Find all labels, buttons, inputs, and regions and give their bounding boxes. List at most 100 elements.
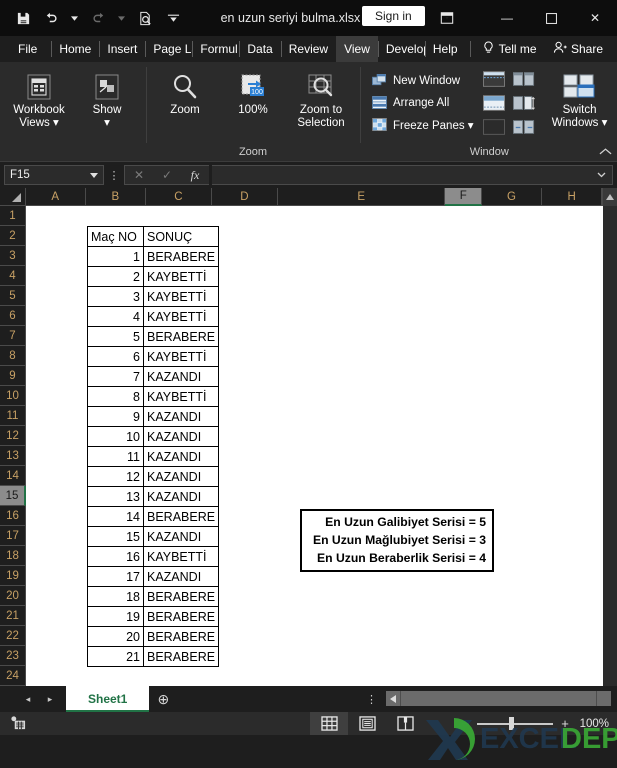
tab-review[interactable]: Review: [280, 36, 336, 62]
match-result-cell[interactable]: BERABERE: [142, 246, 220, 267]
row-header-15[interactable]: 15: [0, 486, 26, 506]
enter-formula-button[interactable]: ✓: [153, 168, 181, 182]
row-header-17[interactable]: 17: [0, 526, 26, 546]
match-result-cell[interactable]: BERABERE: [142, 326, 220, 347]
match-result-cell[interactable]: KAYBETTİ: [142, 286, 220, 307]
minimize-button[interactable]: —: [485, 0, 529, 36]
switch-windows-button[interactable]: Switch Windows ▾: [547, 66, 613, 130]
horizontal-scrollbar[interactable]: [386, 691, 611, 706]
match-number-cell[interactable]: 2: [87, 266, 144, 287]
tab-home[interactable]: Home: [51, 36, 99, 62]
match-number-cell[interactable]: 16: [87, 546, 144, 567]
row-header-21[interactable]: 21: [0, 606, 26, 626]
unhide-button[interactable]: [482, 119, 505, 140]
zoom-button[interactable]: Zoom: [152, 66, 218, 117]
column-header-a[interactable]: A: [25, 188, 86, 206]
insert-function-button[interactable]: fx: [181, 168, 209, 183]
column-header-h[interactable]: H: [542, 188, 603, 206]
row-header-3[interactable]: 3: [0, 246, 26, 266]
hscroll-right-icon[interactable]: [597, 691, 611, 706]
tab-page-layout[interactable]: Page La: [145, 36, 192, 62]
match-number-cell[interactable]: 9: [87, 406, 144, 427]
vertical-scrollbar[interactable]: [603, 206, 617, 686]
match-number-cell[interactable]: 13: [87, 486, 144, 507]
save-icon[interactable]: [10, 5, 36, 31]
column-header-c[interactable]: C: [145, 188, 212, 206]
match-result-cell[interactable]: KAZANDI: [142, 526, 220, 547]
column-header-f[interactable]: F: [445, 188, 482, 206]
column-header-b[interactable]: B: [85, 188, 146, 206]
select-all-button[interactable]: [0, 188, 26, 206]
show-button[interactable]: Show ▾: [74, 66, 140, 130]
match-result-cell[interactable]: BERABERE: [142, 646, 220, 667]
accessibility-status[interactable]: [0, 716, 27, 731]
tab-file[interactable]: File: [8, 36, 51, 62]
column-header-d[interactable]: D: [211, 188, 278, 206]
match-number-cell[interactable]: 18: [87, 586, 144, 607]
match-result-cell[interactable]: KAYBETTİ: [142, 306, 220, 327]
zoom-slider-thumb[interactable]: [508, 717, 514, 730]
match-result-cell[interactable]: KAZANDI: [142, 466, 220, 487]
match-number-cell[interactable]: 15: [87, 526, 144, 547]
match-number-cell[interactable]: 20: [87, 626, 144, 647]
split-button[interactable]: [482, 71, 505, 92]
match-result-cell[interactable]: BERABERE: [142, 586, 220, 607]
zoom-slider[interactable]: [477, 716, 553, 732]
column-header-g[interactable]: G: [481, 188, 543, 206]
row-header-16[interactable]: 16: [0, 506, 26, 526]
match-result-cell[interactable]: KAYBETTİ: [142, 266, 220, 287]
sheet-canvas[interactable]: Maç NO SONUÇ 1 BERABERE 2 KAYBETTİ 3 KAYBETTİ 4 K…: [26, 206, 603, 686]
row-header-24[interactable]: 24: [0, 666, 26, 686]
row-header-10[interactable]: 10: [0, 386, 26, 406]
hscroll-left-icon[interactable]: [386, 691, 400, 706]
previous-sheet-icon[interactable]: ◂: [18, 689, 38, 709]
row-header-7[interactable]: 7: [0, 326, 26, 346]
tab-data[interactable]: Data: [239, 36, 280, 62]
expand-formula-bar-icon[interactable]: [597, 170, 606, 181]
workbook-views-button[interactable]: Workbook Views ▾: [6, 66, 72, 130]
row-header-2[interactable]: 2: [0, 226, 26, 246]
share-button[interactable]: Share: [545, 41, 611, 57]
cancel-formula-button[interactable]: ✕: [125, 168, 153, 182]
zoom-in-button[interactable]: +: [559, 716, 571, 731]
sheet-tab-sheet1[interactable]: Sheet1: [66, 686, 150, 712]
tab-view[interactable]: View: [336, 36, 378, 62]
match-number-cell[interactable]: 21: [87, 646, 144, 667]
new-window-button[interactable]: New Window: [368, 70, 477, 91]
row-header-11[interactable]: 11: [0, 406, 26, 426]
formula-bar-handle[interactable]: ⋮: [107, 169, 121, 182]
tab-formulas[interactable]: Formul: [192, 36, 239, 62]
match-number-cell[interactable]: 12: [87, 466, 144, 487]
match-result-cell[interactable]: KAZANDI: [142, 366, 220, 387]
row-header-20[interactable]: 20: [0, 586, 26, 606]
close-button[interactable]: ✕: [573, 0, 617, 36]
match-number-cell[interactable]: 6: [87, 346, 144, 367]
row-header-18[interactable]: 18: [0, 546, 26, 566]
customize-qat-icon[interactable]: [160, 5, 186, 31]
collapse-ribbon-icon[interactable]: [599, 147, 612, 159]
reset-window-position-button[interactable]: [512, 119, 535, 140]
row-header-9[interactable]: 9: [0, 366, 26, 386]
column-header-e[interactable]: E: [277, 188, 446, 206]
name-box[interactable]: F15: [4, 165, 104, 185]
match-result-cell[interactable]: KAZANDI: [142, 566, 220, 587]
normal-view-button[interactable]: [310, 712, 348, 735]
redo-icon[interactable]: [85, 5, 111, 31]
match-number-cell[interactable]: 10: [87, 426, 144, 447]
match-number-cell[interactable]: 7: [87, 366, 144, 387]
match-result-cell[interactable]: KAZANDI: [142, 486, 220, 507]
hscroll-thumb[interactable]: [401, 691, 596, 706]
row-header-13[interactable]: 13: [0, 446, 26, 466]
match-number-cell[interactable]: 3: [87, 286, 144, 307]
redo-dropdown-icon[interactable]: [113, 5, 130, 31]
match-number-cell[interactable]: 14: [87, 506, 144, 527]
zoom-level-label[interactable]: 100%: [577, 718, 609, 730]
match-result-cell[interactable]: BERABERE: [142, 626, 220, 647]
arrange-all-button[interactable]: Arrange All: [368, 92, 477, 113]
row-header-5[interactable]: 5: [0, 286, 26, 306]
tell-me-box[interactable]: Tell me: [475, 36, 545, 62]
match-result-cell[interactable]: KAZANDI: [142, 406, 220, 427]
match-result-cell[interactable]: KAZANDI: [142, 426, 220, 447]
undo-icon[interactable]: [38, 5, 64, 31]
match-number-cell[interactable]: 11: [87, 446, 144, 467]
